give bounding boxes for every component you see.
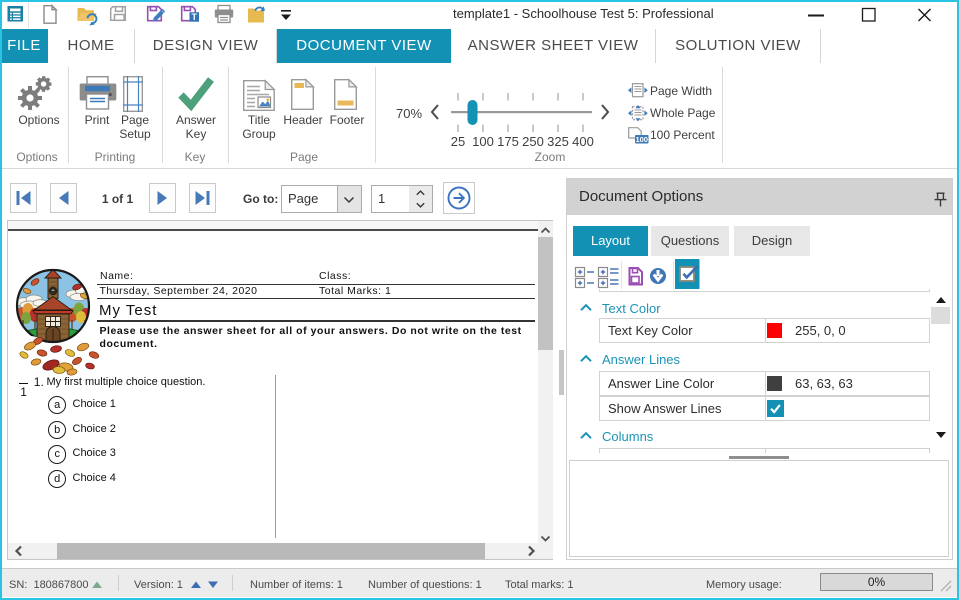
svg-text:100: 100 <box>635 135 648 144</box>
svg-text:T: T <box>191 12 197 22</box>
